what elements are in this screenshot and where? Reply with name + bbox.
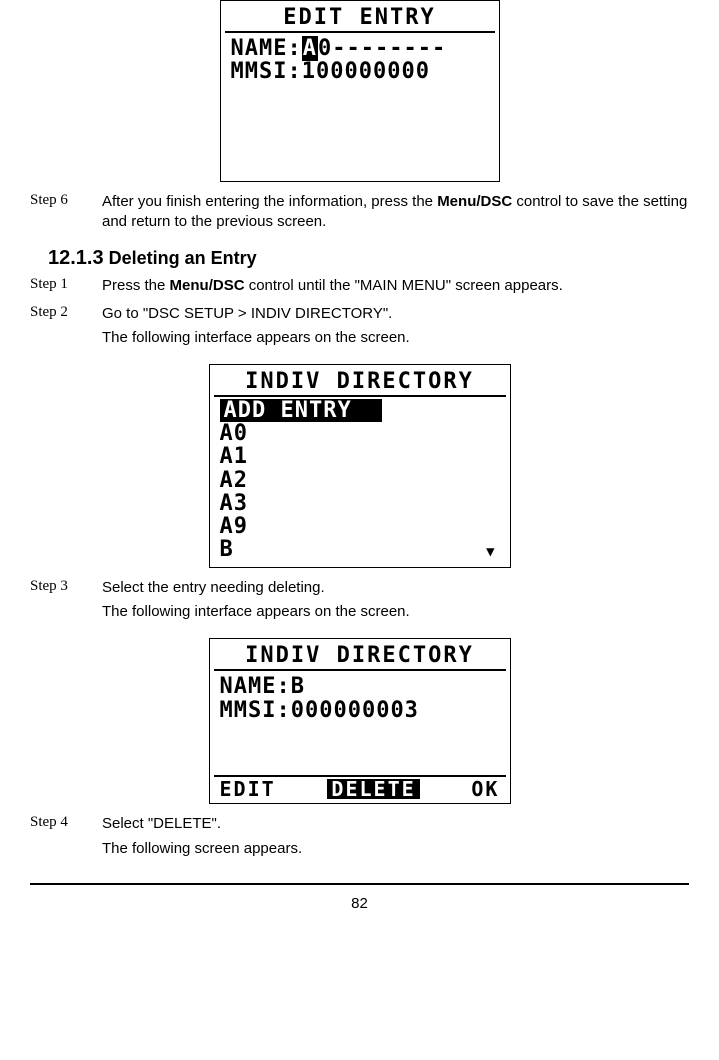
lcd-edit-entry: EDIT ENTRY NAME:A0-------- MMSI:10000000… (220, 0, 500, 182)
step6-body: After you finish entering the informatio… (102, 192, 689, 237)
step4-label: Step 4 (30, 814, 102, 863)
step1-pre: Press the (102, 277, 170, 294)
scroll-down-icon: ▼ (486, 545, 495, 560)
softkey-delete: DELETE (327, 779, 419, 799)
heading-num: 12.1.3 (48, 247, 104, 269)
step1-post: control until the "MAIN MENU" screen app… (245, 277, 563, 294)
lcd1-name-label: NAME: (231, 36, 302, 61)
lcd3-name: NAME:B (220, 675, 500, 698)
step4-line1: Select "DELETE". (102, 814, 689, 834)
step3-line1: Select the entry needing deleting. (102, 578, 689, 598)
softkey-edit: EDIT (220, 779, 276, 799)
lcd-indiv-list: INDIV DIRECTORY ADD ENTRY A0 A1 A2 A3 A9… (209, 364, 511, 568)
page-number: 82 (30, 885, 689, 922)
lcd1-mmsi-value: 100000000 (302, 59, 430, 84)
lcd1-name-rest: 0-------- (318, 36, 446, 61)
step1-label: Step 1 (30, 276, 102, 300)
step6-bold: Menu/DSC (437, 193, 512, 210)
step4-body: Select "DELETE". The following screen ap… (102, 814, 689, 863)
lcd1-name-row: NAME:A0-------- (231, 37, 489, 60)
step1-bold: Menu/DSC (170, 277, 245, 294)
lcd3-softkeys: EDIT DELETE OK (214, 775, 506, 799)
step2-body: Go to "DSC SETUP > INDIV DIRECTORY". The… (102, 304, 689, 353)
heading-title: Deleting an Entry (104, 248, 257, 268)
step1-row: Step 1 Press the Menu/DSC control until … (30, 276, 689, 300)
step3-line2: The following interface appears on the s… (102, 602, 689, 622)
lcd2-item: B (220, 538, 500, 561)
lcd1-mmsi-row: MMSI:100000000 (231, 60, 489, 83)
step2-row: Step 2 Go to "DSC SETUP > INDIV DIRECTOR… (30, 304, 689, 353)
step2-label: Step 2 (30, 304, 102, 353)
lcd3-title: INDIV DIRECTORY (214, 643, 506, 669)
lcd-indiv-detail: INDIV DIRECTORY NAME:B MMSI:000000003 ED… (209, 638, 511, 804)
step3-body: Select the entry needing deleting. The f… (102, 578, 689, 627)
step4-row: Step 4 Select "DELETE". The following sc… (30, 814, 689, 863)
step3-row: Step 3 Select the entry needing deleting… (30, 578, 689, 627)
lcd2-item: A3 (220, 492, 500, 515)
step2-line1: Go to "DSC SETUP > INDIV DIRECTORY". (102, 304, 689, 324)
step4-line2: The following screen appears. (102, 839, 689, 859)
lcd1-name-cursor: A (302, 36, 318, 61)
lcd2-title: INDIV DIRECTORY (214, 369, 506, 395)
step3-label: Step 3 (30, 578, 102, 627)
step6-label: Step 6 (30, 192, 102, 237)
step6-row: Step 6 After you finish entering the inf… (30, 192, 689, 237)
step1-body: Press the Menu/DSC control until the "MA… (102, 276, 689, 300)
lcd2-item: A2 (220, 469, 500, 492)
step2-line2: The following interface appears on the s… (102, 328, 689, 348)
lcd2-selected: ADD ENTRY (220, 399, 382, 422)
manual-page: EDIT ENTRY NAME:A0-------- MMSI:10000000… (0, 0, 719, 1010)
lcd3-mmsi: MMSI:000000003 (220, 699, 500, 722)
lcd1-title: EDIT ENTRY (225, 5, 495, 31)
lcd2-item: A9 (220, 515, 500, 538)
softkey-ok: OK (471, 779, 499, 799)
step6-pre: After you finish entering the informatio… (102, 193, 437, 210)
lcd2-item: A1 (220, 445, 500, 468)
lcd2-item: A0 (220, 422, 500, 445)
lcd1-mmsi-label: MMSI: (231, 59, 302, 84)
section-heading: 12.1.3 Deleting an Entry (48, 247, 689, 270)
